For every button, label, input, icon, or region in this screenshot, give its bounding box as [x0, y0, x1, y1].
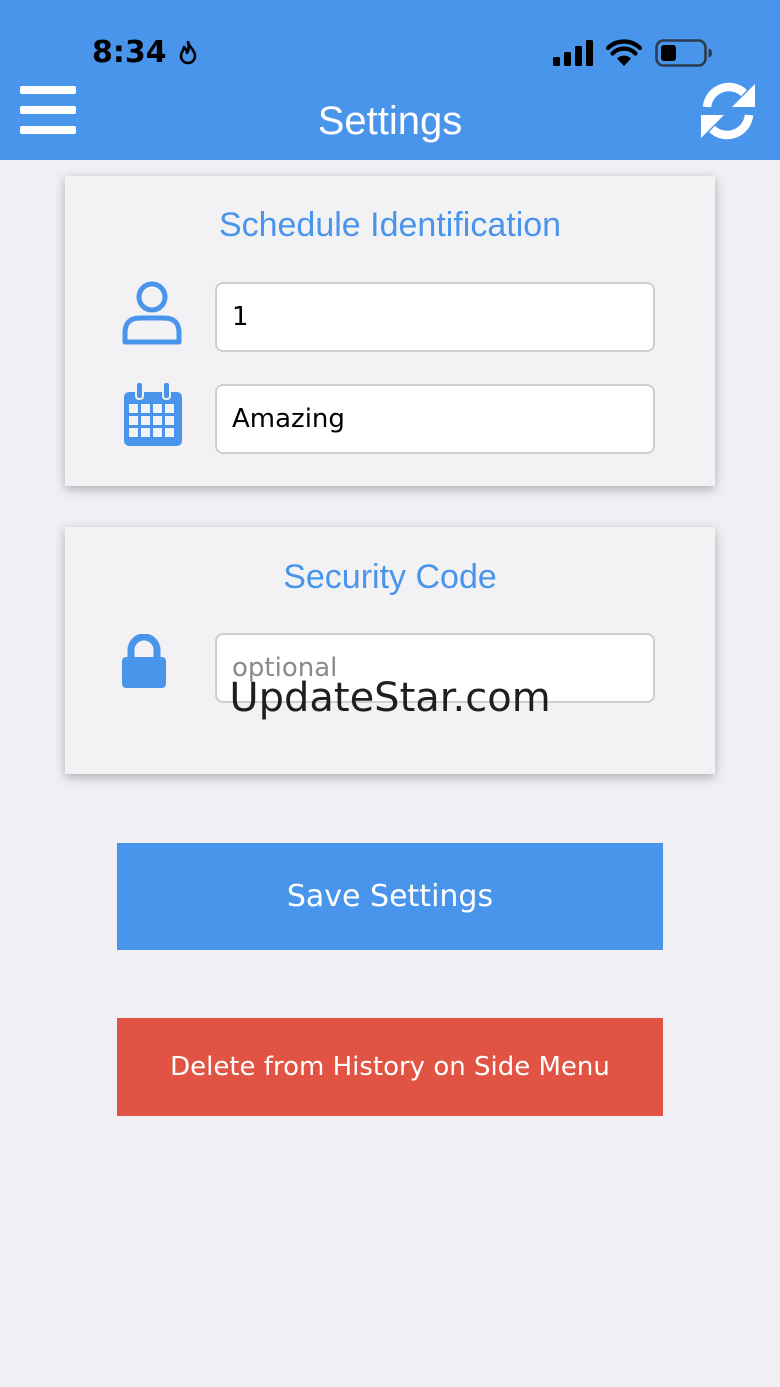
page-title: Settings — [317, 99, 463, 143]
lock-icon — [122, 634, 166, 688]
refresh-icon[interactable] — [696, 80, 760, 142]
user-icon — [122, 281, 182, 345]
schedule-identification-title: Schedule Identification — [218, 206, 562, 244]
flame-icon — [179, 41, 197, 65]
user-id-field[interactable] — [215, 282, 655, 352]
schedule-identification-card: Schedule Identification — [65, 176, 715, 486]
status-time: 8:34 — [92, 35, 167, 70]
app-header: 8:34 Settings — [0, 0, 780, 160]
cellular-signal-icon — [553, 40, 593, 66]
calendar-icon — [124, 382, 182, 446]
security-code-field[interactable] — [215, 633, 655, 703]
security-code-title: Security Code — [283, 558, 497, 596]
delete-from-history-button[interactable]: Delete from History on Side Menu — [117, 1018, 663, 1116]
save-settings-button[interactable]: Save Settings — [117, 843, 663, 950]
security-code-card: Security Code — [65, 527, 715, 774]
schedule-name-field[interactable] — [215, 384, 655, 454]
battery-icon — [655, 39, 712, 67]
wifi-icon — [606, 39, 642, 66]
